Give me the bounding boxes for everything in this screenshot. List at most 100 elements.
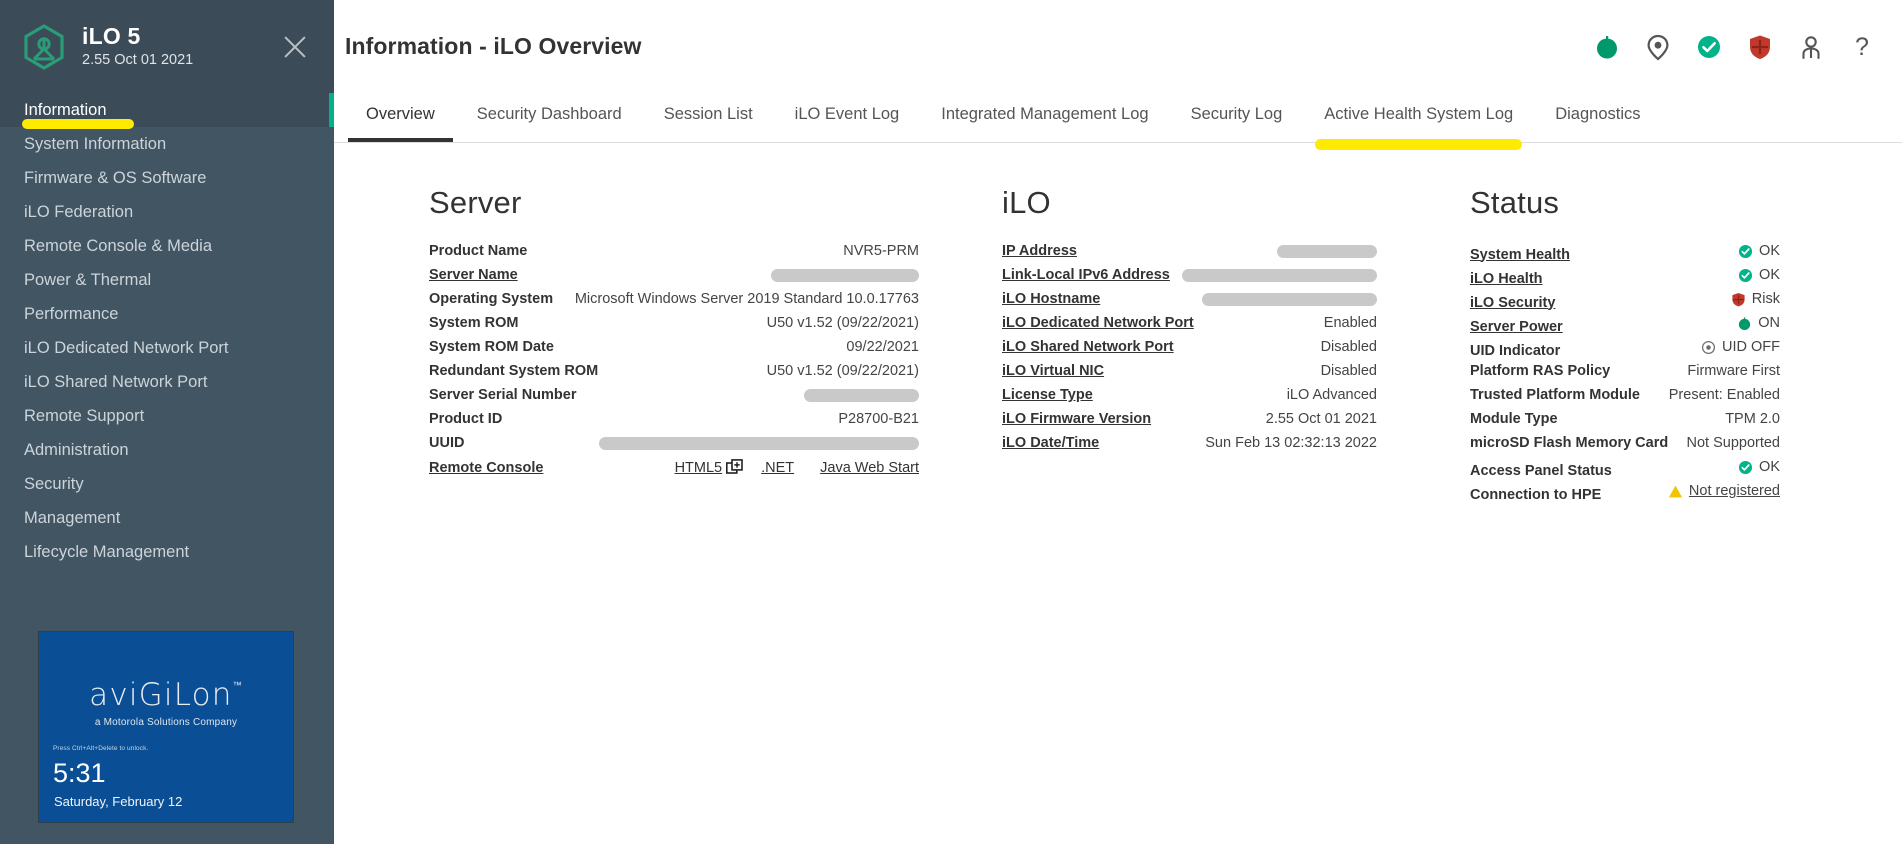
info-row-label[interactable]: Link-Local IPv6 Address xyxy=(1002,267,1170,283)
redacted-value xyxy=(599,436,919,450)
info-row: Product Name NVR5-PRM xyxy=(429,243,919,267)
sidebar-item-label: Information xyxy=(24,100,107,119)
help-question-icon[interactable]: ? xyxy=(1848,33,1876,61)
info-row: iLO Shared Network Port Disabled xyxy=(1002,339,1377,363)
user-account-icon[interactable] xyxy=(1797,33,1825,61)
sidebar-item-performance[interactable]: Performance xyxy=(0,297,334,331)
server-power-icon[interactable] xyxy=(1593,33,1621,61)
tab-session-list[interactable]: Session List xyxy=(643,93,774,142)
info-row-value: NVR5-PRM xyxy=(843,243,919,259)
status-row-label[interactable]: iLO Security xyxy=(1470,295,1555,311)
status-row-value-group: Not Supported xyxy=(1686,435,1780,451)
page-title: Information - iLO Overview xyxy=(345,33,642,59)
info-row: Redundant System ROM U50 v1.52 (09/22/202… xyxy=(429,363,919,387)
status-row-value: Present: Enabled xyxy=(1668,387,1780,403)
status-row: iLO Security Risk xyxy=(1470,291,1780,315)
sidebar-item-remote-console-media[interactable]: Remote Console & Media xyxy=(0,229,334,263)
status-row-label[interactable]: Server Power xyxy=(1470,319,1563,335)
info-row-value: 09/22/2021 xyxy=(846,339,919,355)
info-row-label[interactable]: iLO Date/Time xyxy=(1002,435,1099,451)
tab-bar: Overview Security Dashboard Session List iL… xyxy=(334,93,1902,150)
sidebar-item-lifecycle-management[interactable]: Lifecycle Management xyxy=(0,535,334,569)
tab-ilo-event-log[interactable]: iLO Event Log xyxy=(774,93,921,142)
sidebar-item-ilo-dedicated-network-port[interactable]: iLO Dedicated Network Port xyxy=(0,331,334,365)
status-row-value[interactable]: Not registered xyxy=(1689,483,1780,499)
info-row-label[interactable]: iLO Dedicated Network Port xyxy=(1002,315,1194,331)
tab-label: Security Dashboard xyxy=(476,105,622,123)
sidebar-item-label: System Information xyxy=(24,134,167,153)
status-row-value: Firmware First xyxy=(1687,363,1780,379)
info-row-label[interactable]: License Type xyxy=(1002,387,1093,403)
remote-console-label[interactable]: Remote Console xyxy=(429,460,543,476)
sidebar-item-system-information[interactable]: System Information xyxy=(0,127,334,161)
info-row-value: iLO Advanced xyxy=(1286,387,1377,403)
ilo-overview-page: iLO 5 2.55 Oct 01 2021 Information System… xyxy=(0,0,1902,844)
sidebar-item-label: Lifecycle Management xyxy=(24,542,190,561)
info-row-label[interactable]: IP Address xyxy=(1002,243,1077,259)
info-row-label: Product ID xyxy=(429,411,503,427)
remote-console-preview[interactable]: aviGiLon™ a Motorola Solutions Company P… xyxy=(39,632,293,822)
tab-overview[interactable]: Overview xyxy=(345,93,456,142)
info-row: UUID xyxy=(429,435,919,459)
status-section-title: Status xyxy=(1470,185,1560,220)
status-row-value-group: ON xyxy=(1737,315,1780,331)
sidebar-item-firmware-os-software[interactable]: Firmware & OS Software xyxy=(0,161,334,195)
console-clock-date: Saturday, February 12 xyxy=(54,794,183,809)
status-row-label[interactable]: System Health xyxy=(1470,247,1570,263)
security-risk-shield-icon[interactable] xyxy=(1746,33,1774,61)
sidebar-item-ilo-shared-network-port[interactable]: iLO Shared Network Port xyxy=(0,365,334,399)
info-row-value xyxy=(1202,291,1377,307)
tab-security-dashboard[interactable]: Security Dashboard xyxy=(456,93,643,142)
remote-console-html5-link[interactable]: HTML5 xyxy=(675,460,723,476)
status-row-label: Trusted Platform Module xyxy=(1470,387,1640,403)
info-row-value xyxy=(1277,243,1377,259)
tab-integrated-management-log[interactable]: Integrated Management Log xyxy=(920,93,1169,142)
sidebar-item-remote-support[interactable]: Remote Support xyxy=(0,399,334,433)
status-row-value: OK xyxy=(1759,459,1780,475)
sidebar-item-administration[interactable]: Administration xyxy=(0,433,334,467)
sidebar-item-ilo-federation[interactable]: iLO Federation xyxy=(0,195,334,229)
status-row: Server Power ON xyxy=(1470,315,1780,339)
tab-label: Active Health System Log xyxy=(1324,105,1514,123)
info-row: iLO Hostname xyxy=(1002,291,1377,315)
sidebar-item-power-thermal[interactable]: Power & Thermal xyxy=(0,263,334,297)
sidebar-item-information[interactable]: Information xyxy=(0,93,334,129)
info-row-value: 2.55 Oct 01 2021 xyxy=(1265,411,1377,427)
info-row: Server Name xyxy=(429,267,919,291)
uid-indicator-icon[interactable] xyxy=(1644,33,1672,61)
status-row: microSD Flash Memory Card Not Supported xyxy=(1470,435,1780,459)
health-ok-icon[interactable] xyxy=(1695,33,1723,61)
sidebar-brand: iLO 5 2.55 Oct 01 2021 xyxy=(82,24,278,68)
redacted-value xyxy=(771,268,919,282)
tab-security-log[interactable]: Security Log xyxy=(1170,93,1304,142)
info-row-label[interactable]: iLO Firmware Version xyxy=(1002,411,1151,427)
tab-active-health-system-log[interactable]: Active Health System Log xyxy=(1303,93,1534,150)
product-name: iLO 5 xyxy=(82,23,141,50)
uid-off-icon xyxy=(1701,340,1716,354)
tab-diagnostics[interactable]: Diagnostics xyxy=(1534,93,1661,142)
sidebar-item-security[interactable]: Security xyxy=(0,467,334,501)
tab-label: Integrated Management Log xyxy=(941,105,1149,123)
info-row-value: U50 v1.52 (09/22/2021) xyxy=(766,315,919,331)
info-row-label[interactable]: Server Name xyxy=(429,267,518,283)
info-row-label[interactable]: iLO Hostname xyxy=(1002,291,1100,307)
remote-console-java-link[interactable]: Java Web Start xyxy=(820,460,919,476)
close-icon[interactable] xyxy=(278,30,312,64)
sidebar-item-management[interactable]: Management xyxy=(0,501,334,535)
status-row-label[interactable]: iLO Health xyxy=(1470,271,1543,287)
avigilon-tagline: a Motorola Solutions Company xyxy=(94,717,238,728)
ilo-rows: IP Address Link-Local IPv6 Address iLO Hos… xyxy=(1002,243,1377,459)
ilo-cube-logo-icon xyxy=(24,23,64,70)
status-row-label: UID Indicator xyxy=(1470,342,1561,359)
status-row: Module Type TPM 2.0 xyxy=(1470,411,1780,435)
info-row-label[interactable]: iLO Shared Network Port xyxy=(1002,339,1174,355)
open-in-new-window-icon[interactable] xyxy=(726,459,743,476)
sidebar-header: iLO 5 2.55 Oct 01 2021 xyxy=(0,0,334,93)
tab-label: Security Log xyxy=(1190,105,1283,123)
sidebar-item-label: Power & Thermal xyxy=(24,270,152,289)
info-row-label[interactable]: iLO Virtual NIC xyxy=(1002,363,1104,379)
remote-console-dotnet-link[interactable]: .NET xyxy=(761,460,794,476)
console-clock-time: 5:31 xyxy=(53,758,106,788)
info-row-value: Disabled xyxy=(1320,339,1377,355)
unlock-hint-text: Press Ctrl+Alt+Delete to unlock. xyxy=(53,745,149,752)
